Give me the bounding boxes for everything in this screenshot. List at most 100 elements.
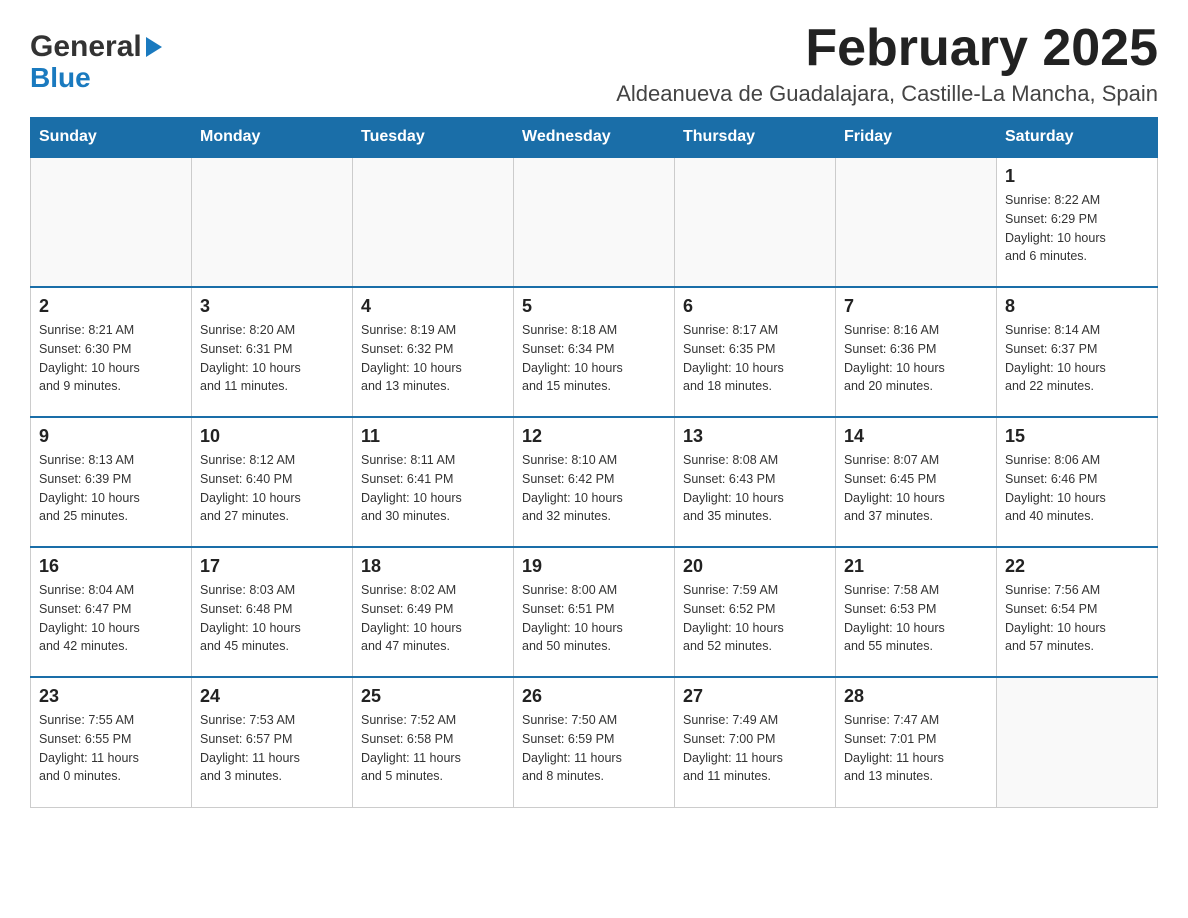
calendar-table: SundayMondayTuesdayWednesdayThursdayFrid…	[30, 117, 1158, 808]
calendar-cell	[675, 157, 836, 287]
day-info: Sunrise: 8:16 AM Sunset: 6:36 PM Dayligh…	[844, 321, 988, 396]
calendar-cell: 16 Sunrise: 8:04 AM Sunset: 6:47 PM Dayli…	[31, 547, 192, 677]
day-number: 2	[39, 296, 183, 317]
calendar-cell: 1Sunrise: 8:22 AM Sunset: 6:29 PM Daylig…	[997, 157, 1158, 287]
day-number: 23	[39, 686, 183, 707]
logo: General Blue	[30, 30, 162, 94]
day-number: 12	[522, 426, 666, 447]
calendar-cell: 17 Sunrise: 8:03 AM Sunset: 6:48 PM Dayli…	[192, 547, 353, 677]
calendar-cell: 22Sunrise: 7:56 AM Sunset: 6:54 PM Dayli…	[997, 547, 1158, 677]
day-info: Sunrise: 7:53 AM Sunset: 6:57 PM Dayligh…	[200, 711, 344, 786]
day-info: Sunrise: 8:10 AM Sunset: 6:42 PM Dayligh…	[522, 451, 666, 526]
logo-arrow-icon	[146, 37, 162, 57]
day-info: Sunrise: 7:58 AM Sunset: 6:53 PM Dayligh…	[844, 581, 988, 656]
logo-blue-text: Blue	[30, 62, 91, 94]
calendar-cell	[31, 157, 192, 287]
calendar-cell	[353, 157, 514, 287]
day-info: Sunrise: 8:19 AM Sunset: 6:32 PM Dayligh…	[361, 321, 505, 396]
calendar-cell: 8 Sunrise: 8:14 AM Sunset: 6:37 PM Daylig…	[997, 287, 1158, 417]
day-info: Sunrise: 8:21 AM Sunset: 6:30 PM Dayligh…	[39, 321, 183, 396]
day-info: Sunrise: 8:07 AM Sunset: 6:45 PM Dayligh…	[844, 451, 988, 526]
day-info: Sunrise: 7:47 AM Sunset: 7:01 PM Dayligh…	[844, 711, 988, 786]
calendar-cell: 23 Sunrise: 7:55 AM Sunset: 6:55 PM Dayli…	[31, 677, 192, 807]
day-number: 9	[39, 426, 183, 447]
day-number: 13	[683, 426, 827, 447]
day-info: Sunrise: 7:52 AM Sunset: 6:58 PM Dayligh…	[361, 711, 505, 786]
calendar-cell: 10 Sunrise: 8:12 AM Sunset: 6:40 PM Dayli…	[192, 417, 353, 547]
day-info: Sunrise: 8:04 AM Sunset: 6:47 PM Dayligh…	[39, 581, 183, 656]
weekday-header-monday: Monday	[192, 118, 353, 158]
location-subtitle: Aldeanueva de Guadalajara, Castille-La M…	[616, 81, 1158, 107]
day-info: Sunrise: 8:22 AM Sunset: 6:29 PM Dayligh…	[1005, 191, 1149, 266]
calendar-cell: 27 Sunrise: 7:49 AM Sunset: 7:00 PM Dayli…	[675, 677, 836, 807]
day-number: 17	[200, 556, 344, 577]
day-info: Sunrise: 8:11 AM Sunset: 6:41 PM Dayligh…	[361, 451, 505, 526]
day-number: 15	[1005, 426, 1149, 447]
calendar-cell: 20 Sunrise: 7:59 AM Sunset: 6:52 PM Dayli…	[675, 547, 836, 677]
calendar-cell: 9 Sunrise: 8:13 AM Sunset: 6:39 PM Daylig…	[31, 417, 192, 547]
day-info: Sunrise: 8:18 AM Sunset: 6:34 PM Dayligh…	[522, 321, 666, 396]
weekday-header-thursday: Thursday	[675, 118, 836, 158]
day-number: 3	[200, 296, 344, 317]
weekday-header-saturday: Saturday	[997, 118, 1158, 158]
day-number: 28	[844, 686, 988, 707]
day-info: Sunrise: 7:56 AM Sunset: 6:54 PM Dayligh…	[1005, 581, 1149, 656]
day-info: Sunrise: 7:50 AM Sunset: 6:59 PM Dayligh…	[522, 711, 666, 786]
day-info: Sunrise: 8:13 AM Sunset: 6:39 PM Dayligh…	[39, 451, 183, 526]
day-number: 14	[844, 426, 988, 447]
day-number: 5	[522, 296, 666, 317]
title-block: February 2025 Aldeanueva de Guadalajara,…	[616, 20, 1158, 107]
calendar-cell: 14 Sunrise: 8:07 AM Sunset: 6:45 PM Dayli…	[836, 417, 997, 547]
day-info: Sunrise: 7:49 AM Sunset: 7:00 PM Dayligh…	[683, 711, 827, 786]
calendar-cell: 28 Sunrise: 7:47 AM Sunset: 7:01 PM Dayli…	[836, 677, 997, 807]
weekday-header-sunday: Sunday	[31, 118, 192, 158]
calendar-cell: 24 Sunrise: 7:53 AM Sunset: 6:57 PM Dayli…	[192, 677, 353, 807]
calendar-cell	[192, 157, 353, 287]
day-number: 25	[361, 686, 505, 707]
day-info: Sunrise: 8:20 AM Sunset: 6:31 PM Dayligh…	[200, 321, 344, 396]
day-number: 10	[200, 426, 344, 447]
calendar-cell	[997, 677, 1158, 807]
day-info: Sunrise: 8:12 AM Sunset: 6:40 PM Dayligh…	[200, 451, 344, 526]
day-info: Sunrise: 8:14 AM Sunset: 6:37 PM Dayligh…	[1005, 321, 1149, 396]
day-info: Sunrise: 8:03 AM Sunset: 6:48 PM Dayligh…	[200, 581, 344, 656]
day-info: Sunrise: 8:02 AM Sunset: 6:49 PM Dayligh…	[361, 581, 505, 656]
page-header: General Blue February 2025 Aldeanueva de…	[30, 20, 1158, 107]
day-number: 11	[361, 426, 505, 447]
calendar-cell	[514, 157, 675, 287]
calendar-cell: 21Sunrise: 7:58 AM Sunset: 6:53 PM Dayli…	[836, 547, 997, 677]
day-number: 8	[1005, 296, 1149, 317]
calendar-week-5: 23 Sunrise: 7:55 AM Sunset: 6:55 PM Dayli…	[31, 677, 1158, 807]
day-info: Sunrise: 8:17 AM Sunset: 6:35 PM Dayligh…	[683, 321, 827, 396]
calendar-cell: 19 Sunrise: 8:00 AM Sunset: 6:51 PM Dayli…	[514, 547, 675, 677]
day-info: Sunrise: 8:06 AM Sunset: 6:46 PM Dayligh…	[1005, 451, 1149, 526]
day-number: 19	[522, 556, 666, 577]
weekday-header-row: SundayMondayTuesdayWednesdayThursdayFrid…	[31, 118, 1158, 158]
calendar-cell: 13 Sunrise: 8:08 AM Sunset: 6:43 PM Dayli…	[675, 417, 836, 547]
day-number: 24	[200, 686, 344, 707]
day-number: 16	[39, 556, 183, 577]
calendar-cell: 15 Sunrise: 8:06 AM Sunset: 6:46 PM Dayli…	[997, 417, 1158, 547]
weekday-header-tuesday: Tuesday	[353, 118, 514, 158]
calendar-cell: 12 Sunrise: 8:10 AM Sunset: 6:42 PM Dayli…	[514, 417, 675, 547]
calendar-week-3: 9 Sunrise: 8:13 AM Sunset: 6:39 PM Daylig…	[31, 417, 1158, 547]
calendar-cell: 18 Sunrise: 8:02 AM Sunset: 6:49 PM Dayli…	[353, 547, 514, 677]
calendar-cell: 4Sunrise: 8:19 AM Sunset: 6:32 PM Daylig…	[353, 287, 514, 417]
day-info: Sunrise: 8:08 AM Sunset: 6:43 PM Dayligh…	[683, 451, 827, 526]
month-title: February 2025	[616, 20, 1158, 77]
day-number: 7	[844, 296, 988, 317]
day-number: 20	[683, 556, 827, 577]
calendar-week-4: 16 Sunrise: 8:04 AM Sunset: 6:47 PM Dayli…	[31, 547, 1158, 677]
calendar-cell: 2 Sunrise: 8:21 AM Sunset: 6:30 PM Daylig…	[31, 287, 192, 417]
day-info: Sunrise: 7:55 AM Sunset: 6:55 PM Dayligh…	[39, 711, 183, 786]
day-info: Sunrise: 8:00 AM Sunset: 6:51 PM Dayligh…	[522, 581, 666, 656]
calendar-cell: 6Sunrise: 8:17 AM Sunset: 6:35 PM Daylig…	[675, 287, 836, 417]
weekday-header-friday: Friday	[836, 118, 997, 158]
day-number: 18	[361, 556, 505, 577]
calendar-cell: 7 Sunrise: 8:16 AM Sunset: 6:36 PM Daylig…	[836, 287, 997, 417]
day-number: 27	[683, 686, 827, 707]
day-info: Sunrise: 7:59 AM Sunset: 6:52 PM Dayligh…	[683, 581, 827, 656]
calendar-cell: 11 Sunrise: 8:11 AM Sunset: 6:41 PM Dayli…	[353, 417, 514, 547]
day-number: 26	[522, 686, 666, 707]
calendar-week-1: 1Sunrise: 8:22 AM Sunset: 6:29 PM Daylig…	[31, 157, 1158, 287]
